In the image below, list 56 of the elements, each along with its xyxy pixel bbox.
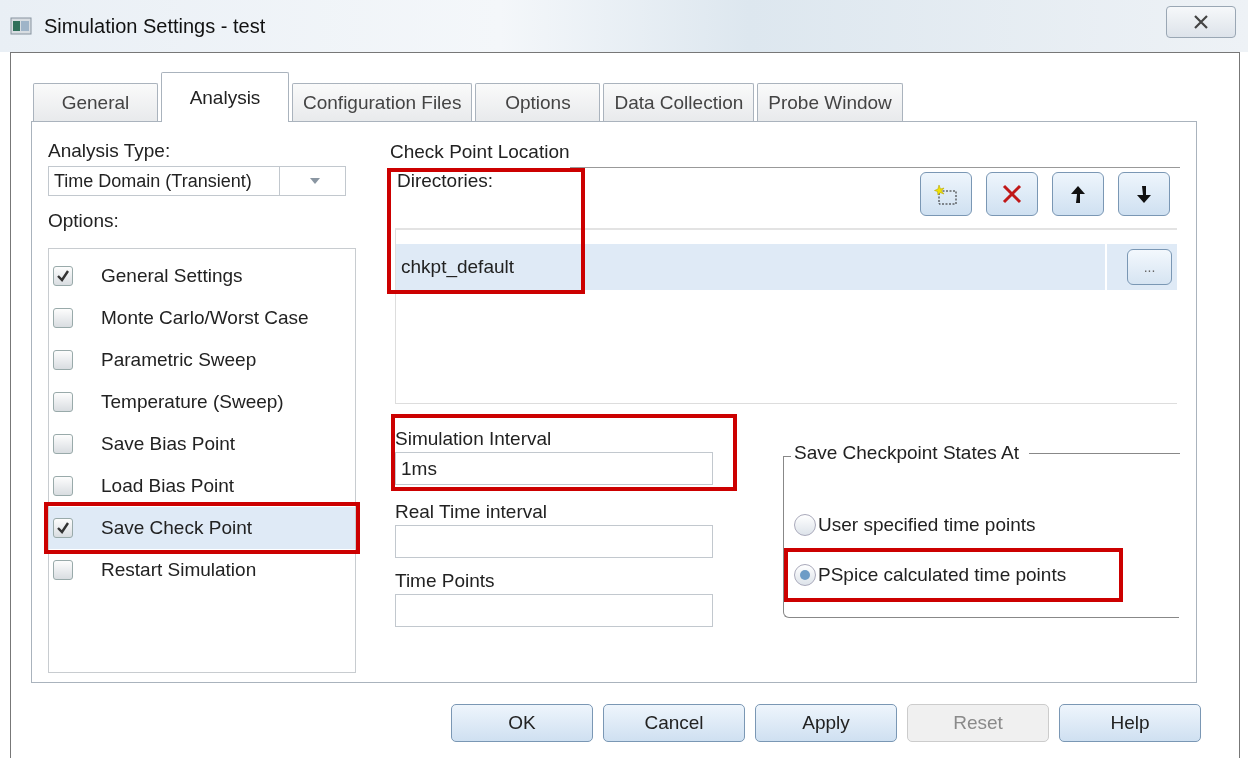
- option-item[interactable]: Load Bias Point: [49, 465, 355, 507]
- app-icon: [10, 16, 32, 36]
- dialog-button[interactable]: Help: [1059, 704, 1201, 742]
- radio-option[interactable]: PSpice calculated time points: [794, 558, 1113, 592]
- delete-button[interactable]: [986, 172, 1038, 216]
- directory-path[interactable]: chkpt_default: [396, 244, 1107, 290]
- input-field[interactable]: 1ms: [395, 452, 713, 485]
- field-label: Directories:: [397, 170, 494, 192]
- checkbox[interactable]: [53, 476, 73, 496]
- browse-button[interactable]: ...: [1127, 249, 1172, 285]
- tab[interactable]: Data Collection: [603, 83, 755, 121]
- new-folder-button[interactable]: [920, 172, 972, 216]
- delete-icon: [1002, 184, 1022, 204]
- close-button[interactable]: [1166, 6, 1236, 38]
- tab[interactable]: Analysis: [161, 72, 289, 122]
- field-label: Real Time interval: [395, 501, 549, 523]
- option-item[interactable]: Restart Simulation: [49, 549, 355, 591]
- option-item[interactable]: General Settings: [49, 255, 355, 297]
- option-item[interactable]: Temperature (Sweep): [49, 381, 355, 423]
- dialog-button[interactable]: Apply: [755, 704, 897, 742]
- section-title: Check Point Location: [390, 141, 570, 163]
- checkbox[interactable]: [53, 560, 73, 580]
- field-label: Time Points: [395, 570, 496, 592]
- option-item[interactable]: Monte Carlo/Worst Case: [49, 297, 355, 339]
- radio-option[interactable]: User specified time points: [794, 508, 1179, 542]
- radio-button[interactable]: [794, 564, 816, 586]
- tab[interactable]: Probe Window: [757, 83, 903, 121]
- checkbox[interactable]: [53, 350, 73, 370]
- checkbox[interactable]: [53, 308, 73, 328]
- caret-icon: [309, 177, 322, 185]
- window-title: Simulation Settings - test: [44, 14, 267, 38]
- field-label: Analysis Type:: [48, 140, 172, 162]
- input-field[interactable]: [395, 594, 713, 627]
- arrow-up-icon: [1070, 184, 1086, 204]
- checkbox[interactable]: [53, 266, 73, 286]
- close-icon: [1193, 15, 1209, 29]
- dialog-button[interactable]: OK: [451, 704, 593, 742]
- checkbox[interactable]: [53, 392, 73, 412]
- new-folder-icon: [934, 183, 958, 205]
- input-field[interactable]: [395, 525, 713, 558]
- option-item[interactable]: Save Bias Point: [49, 423, 355, 465]
- group-title: Save Checkpoint States At: [794, 442, 1019, 464]
- move-down-button[interactable]: [1118, 172, 1170, 216]
- tab[interactable]: General: [33, 83, 158, 121]
- arrow-down-icon: [1136, 184, 1152, 204]
- section-label: Options:: [48, 210, 120, 232]
- field-label: Simulation Interval: [395, 428, 553, 450]
- move-up-button[interactable]: [1052, 172, 1104, 216]
- dialog-button[interactable]: Cancel: [603, 704, 745, 742]
- option-item[interactable]: Parametric Sweep: [49, 339, 355, 381]
- tab[interactable]: Options: [475, 83, 601, 121]
- checkbox[interactable]: [53, 434, 73, 454]
- analysis-type-dropdown[interactable]: Time Domain (Transient): [48, 166, 346, 196]
- checkbox[interactable]: [53, 518, 73, 538]
- tab[interactable]: Configuration Files: [292, 83, 473, 121]
- radio-button[interactable]: [794, 514, 816, 536]
